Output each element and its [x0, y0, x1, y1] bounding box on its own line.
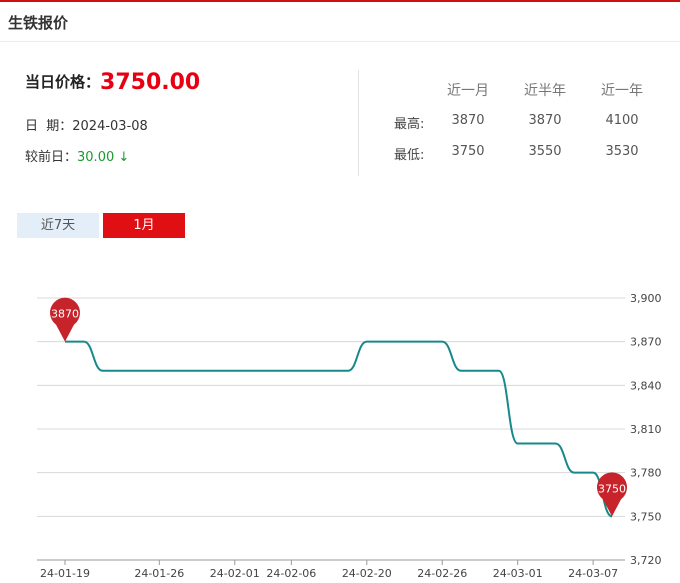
y-tick-label: 3,870: [630, 336, 662, 349]
price-date-value: 2024-03-08: [72, 119, 148, 134]
stat-low-month: 3750: [451, 144, 485, 159]
stat-low-year: 3530: [605, 144, 639, 159]
current-price-label: 当日价格：: [25, 73, 101, 91]
marker-label: 3870: [51, 308, 79, 321]
x-tick-label: 24-02-06: [266, 567, 316, 580]
x-tick-label: 24-02-20: [342, 567, 392, 580]
current-price: 当日价格：3750.00: [25, 68, 201, 95]
y-tick-label: 3,900: [630, 292, 662, 305]
stat-high-half-year: 3870: [528, 113, 562, 128]
panel-header: 生铁报价: [0, 2, 680, 42]
down-arrow-icon: ↓: [118, 150, 130, 165]
y-tick-label: 3,750: [630, 510, 662, 523]
stat-header-half-year: 近半年: [524, 83, 566, 99]
price-change: 较前日：30.00 ↓: [25, 146, 129, 165]
current-price-value: 3750.00: [100, 70, 201, 95]
tab-7-days[interactable]: 近7天: [17, 213, 99, 238]
price-date: 日 期：2024-03-08: [25, 115, 148, 134]
stat-low-half-year: 3550: [528, 144, 562, 159]
panel-title: 生铁报价: [8, 14, 69, 32]
y-tick-label: 3,720: [630, 554, 662, 567]
stat-label-low: 最低:: [394, 148, 425, 163]
price-change-label: 较前日：: [25, 150, 78, 165]
y-tick-label: 3,810: [630, 423, 662, 436]
price-date-label: 日 期：: [25, 119, 73, 134]
marker-label: 3750: [598, 482, 626, 495]
x-tick-label: 24-03-07: [568, 567, 618, 580]
x-tick-label: 24-02-26: [417, 567, 467, 580]
x-tick-label: 24-01-19: [40, 567, 90, 580]
y-tick-label: 3,840: [630, 379, 662, 392]
stat-label-high: 最高:: [394, 117, 425, 132]
stat-header-year: 近一年: [601, 83, 643, 99]
x-tick-label: 24-02-01: [210, 567, 260, 580]
x-tick-label: 24-01-26: [134, 567, 184, 580]
info-divider: [358, 70, 359, 176]
tab-1-month[interactable]: 1月: [103, 213, 185, 238]
x-tick-label: 24-03-01: [493, 567, 543, 580]
stat-high-year: 4100: [605, 113, 639, 128]
price-line-chart: 3,720 3,750 3,780 3,810 3,840 3,870 3,900 24-01…: [37, 292, 662, 580]
y-tick-label: 3,780: [630, 467, 662, 480]
stat-header-month: 近一月: [447, 83, 489, 99]
stat-high-month: 3870: [451, 113, 485, 128]
price-change-value: 30.00: [77, 150, 115, 165]
